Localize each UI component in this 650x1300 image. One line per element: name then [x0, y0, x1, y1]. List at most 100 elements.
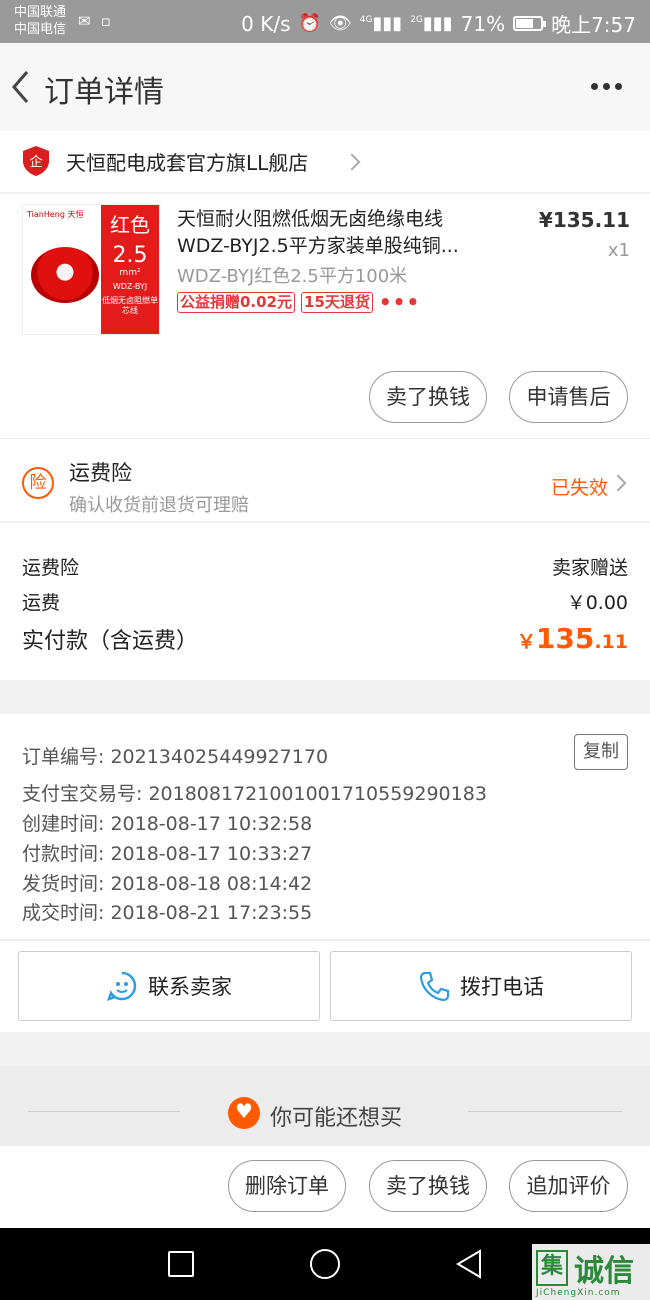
after-sale-button[interactable]: 申请售后 — [509, 371, 628, 423]
call-button[interactable]: 拨打电话 — [330, 951, 632, 1021]
store-logo-text: 企 — [29, 154, 42, 170]
status-bar: 中国联通 中国电信 ✉ ▫ 0 K/s ⏰ 👁 4G▮▮▮ 2G▮▮▮ 71% … — [0, 0, 650, 43]
carrier-info: 中国联通 中国电信 — [14, 4, 66, 38]
contact-seller-button[interactable]: 联系卖家 — [18, 951, 320, 1021]
resell-button[interactable]: 卖了换钱 — [369, 371, 487, 423]
product-quantity: x1 — [607, 240, 630, 261]
product-card: TianHeng 天恒 红色 2.5 mm² WDZ-BYJ 低烟无卤阻燃单芯线… — [0, 194, 650, 438]
product-title-line-2: WDZ-BYJ2.5平方家装单股纯铜... — [177, 235, 459, 257]
recent-apps-icon[interactable] — [168, 1251, 194, 1277]
battery-fill — [516, 19, 534, 28]
watermark: 集 诚信 JiChengXin.com — [532, 1244, 650, 1300]
tag-return: 15天退货 — [301, 292, 373, 313]
shipping-cost-value: ￥0.00 — [566, 592, 628, 614]
copy-button[interactable]: 复制 — [574, 734, 628, 770]
insurance-subtitle: 确认收货前退货可理赔 — [69, 495, 249, 516]
shipped-time: 发货时间: 2018-08-18 08:14:42 — [22, 873, 313, 895]
home-icon[interactable] — [310, 1249, 340, 1279]
eye-icon: 👁 — [328, 13, 352, 34]
product-image-brand: TianHeng 天恒 — [27, 210, 84, 219]
wechat-icon: ✉ — [78, 12, 91, 30]
alarm-icon: ⏰ — [298, 13, 321, 34]
resell-button-bottom[interactable]: 卖了换钱 — [369, 1160, 487, 1212]
recommend-title: 你可能还想买 — [270, 1106, 403, 1131]
total-int: 135 — [535, 622, 595, 655]
product-title[interactable]: 天恒耐火阻燃低烟无卤绝缘电线 WDZ-BYJ2.5平方家装单股纯铜... — [177, 206, 507, 260]
battery-percent: 71% — [460, 11, 506, 36]
clock: 晚上7:57 — [551, 13, 636, 37]
watermark-url: JiChengXin.com — [536, 1288, 621, 1298]
total-row: 实付款（含运费） ￥135.11 — [22, 622, 628, 655]
alipay-number: 支付宝交易号: 2018081721001001710559290183 — [22, 783, 487, 805]
insurance-cost-label: 运费险 — [22, 557, 80, 579]
paid-time: 付款时间: 2018-08-17 10:33:27 — [22, 843, 313, 865]
contact-seller-label: 联系卖家 — [148, 975, 232, 999]
divider — [28, 1111, 180, 1112]
tag-more-icon[interactable]: ••• — [379, 292, 420, 312]
store-name: 天恒配电成套官方旗LL舰店 — [66, 151, 309, 175]
delete-order-button[interactable]: 删除订单 — [228, 1160, 346, 1212]
nav-bar: 订单详情 — [0, 43, 650, 131]
shipping-cost-row: 运费 ￥0.00 — [22, 588, 628, 615]
completed-time: 成交时间: 2018-08-21 17:23:55 — [22, 902, 313, 924]
chevron-right-icon — [343, 153, 361, 171]
order-number: 订单编号: 202134025449927170 — [22, 746, 329, 768]
more-options-icon[interactable] — [591, 83, 622, 90]
chevron-right-icon — [609, 474, 627, 492]
created-time: 创建时间: 2018-08-17 10:32:58 — [22, 813, 313, 835]
net-type-2: 2G — [410, 15, 423, 25]
tag-charity: 公益捐赠0.02元 — [177, 292, 296, 313]
total-dec: .11 — [594, 631, 628, 653]
battery-icon — [513, 16, 547, 31]
product-image-color: 红色 — [110, 213, 150, 237]
back-arrow-icon[interactable] — [10, 69, 30, 105]
contact-row: 联系卖家 拨打电话 — [0, 940, 650, 1032]
insurance-icon: 险 — [22, 467, 54, 499]
divider — [468, 1111, 622, 1112]
net-speed: 0 K/s — [241, 11, 291, 36]
product-price: ¥135.11 — [538, 208, 630, 232]
add-review-button[interactable]: 追加评价 — [509, 1160, 628, 1212]
phone-icon — [419, 971, 450, 1002]
product-sku: WDZ-BYJ红色2.5平方100米 — [177, 266, 408, 287]
carrier-2: 中国电信 — [14, 22, 67, 37]
heart-icon — [228, 1097, 260, 1129]
recommend-section: 你可能还想买 — [0, 1066, 650, 1146]
carrier-1: 中国联通 — [14, 5, 67, 20]
page-title: 订单详情 — [44, 75, 164, 110]
product-image-band: 红色 2.5 mm² WDZ-BYJ 低烟无卤阻燃单芯线 — [101, 205, 159, 334]
app-notification-icon: ▫ — [100, 12, 111, 30]
cost-summary: 运费险 卖家赠送 运费 ￥0.00 实付款（含运费） ￥135.11 — [0, 523, 650, 680]
total-currency: ￥ — [516, 631, 536, 653]
product-image-model: WDZ-BYJ — [112, 282, 148, 291]
product-tags: 公益捐赠0.02元 15天退货 ••• — [177, 292, 420, 313]
product-image-unit: mm² — [119, 268, 141, 278]
product-image-size: 2.5 — [112, 243, 148, 268]
net-type-1: 4G — [359, 15, 373, 25]
product-title-line-1: 天恒耐火阻燃低烟无卤绝缘电线 — [177, 208, 444, 230]
call-label: 拨打电话 — [460, 975, 544, 999]
store-row[interactable]: 企 天恒配电成套官方旗LL舰店 — [0, 131, 650, 193]
shipping-cost-label: 运费 — [22, 592, 61, 614]
watermark-text: 诚信 — [574, 1254, 634, 1289]
product-image[interactable]: TianHeng 天恒 红色 2.5 mm² WDZ-BYJ 低烟无卤阻燃单芯线 — [22, 204, 160, 335]
insurance-cost-row: 运费险 卖家赠送 — [22, 553, 628, 580]
back-triangle-icon[interactable] — [454, 1248, 484, 1280]
signal-2-icon: 2G▮▮▮ — [410, 13, 453, 34]
insurance-title: 运费险 — [69, 461, 132, 485]
total-amount: ￥135.11 — [517, 622, 628, 655]
watermark-logo: 集 — [536, 1250, 568, 1286]
insurance-cost-value: 卖家赠送 — [551, 557, 628, 579]
notification-icons: ✉ ▫ — [78, 12, 111, 30]
shipping-insurance-row[interactable]: 险 运费险 确认收货前退货可理赔 已失效 — [0, 438, 650, 522]
chat-icon — [107, 971, 137, 1001]
bottom-actions: 删除订单 卖了换钱 追加评价 — [0, 1146, 650, 1228]
total-label: 实付款（含运费） — [22, 629, 199, 654]
product-image-desc: 低烟无卤阻燃单芯线 — [102, 296, 158, 315]
status-right: 0 K/s ⏰ 👁 4G▮▮▮ 2G▮▮▮ 71% 晚上7:57 — [241, 9, 636, 38]
wire-coil-image — [31, 247, 99, 303]
insurance-status: 已失效 — [550, 477, 608, 499]
order-info: 订单编号: 202134025449927170 复制 支付宝交易号: 2018… — [0, 714, 650, 939]
store-logo-icon: 企 — [23, 146, 49, 176]
signal-1-icon: 4G▮▮▮ — [359, 13, 403, 34]
